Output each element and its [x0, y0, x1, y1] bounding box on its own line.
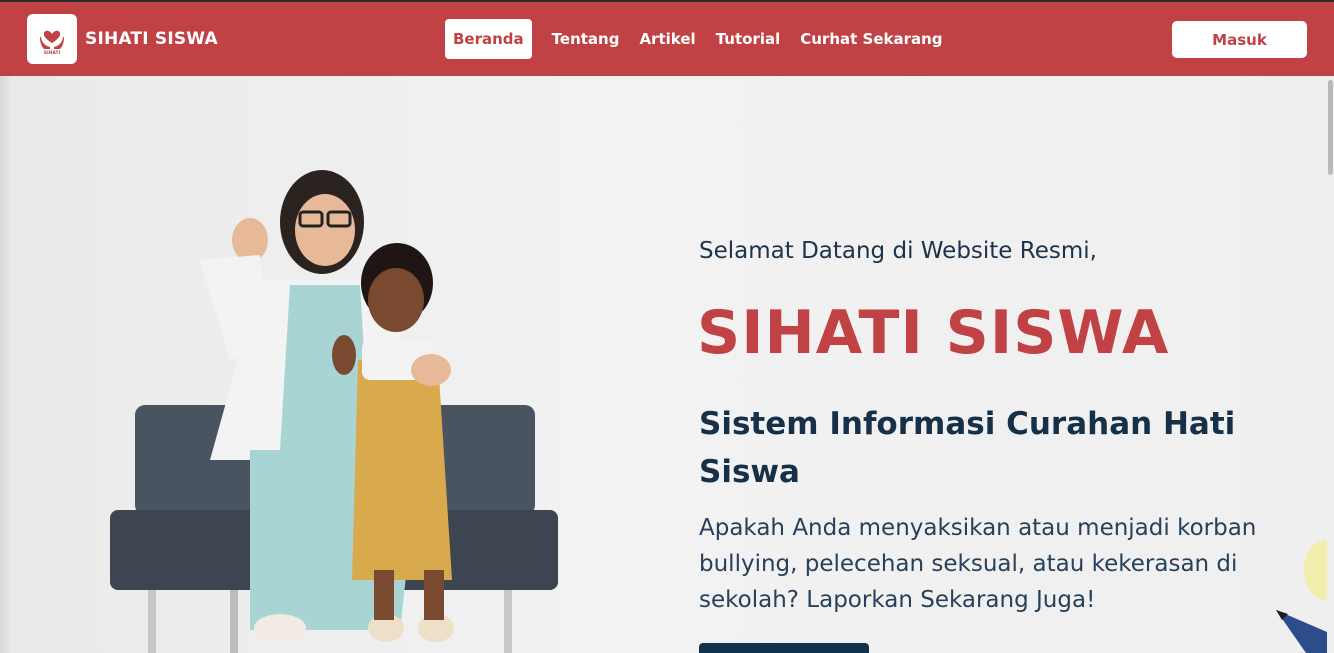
nav-tentang[interactable]: Tentang [542, 19, 630, 59]
welcome-text: Selamat Datang di Website Resmi, [699, 238, 1097, 264]
nav-tutorial[interactable]: Tutorial [706, 19, 791, 59]
brand-name[interactable]: SIHATI SISWA [85, 29, 218, 49]
nav-artikel[interactable]: Artikel [629, 19, 705, 59]
cta-button[interactable] [699, 643, 869, 653]
scrollbar-thumb[interactable] [1328, 80, 1333, 175]
left-edge-shadow [0, 76, 12, 653]
hands-heart-icon: SIHATI [40, 30, 64, 56]
hero-title: SIHATI SISWA [697, 298, 1170, 368]
pencil-decoration [1276, 540, 1334, 653]
site-logo[interactable]: SIHATI [27, 14, 77, 64]
nav-beranda[interactable]: Beranda [445, 19, 532, 59]
navbar: SIHATI SIHATI SISWA Beranda Tentang Arti… [0, 2, 1334, 76]
hero-description: Apakah Anda menyaksikan atau menjadi kor… [699, 515, 1257, 613]
logo-wordmark: SIHATI [44, 50, 61, 56]
main-nav: Beranda Tentang Artikel Tutorial Curhat … [445, 19, 953, 59]
nav-curhat-sekarang[interactable]: Curhat Sekarang [790, 19, 952, 59]
login-button[interactable]: Masuk [1172, 21, 1307, 58]
hero-illustration [110, 170, 558, 653]
hero-subtitle: Sistem Informasi Curahan Hati Siswa [699, 406, 1236, 490]
